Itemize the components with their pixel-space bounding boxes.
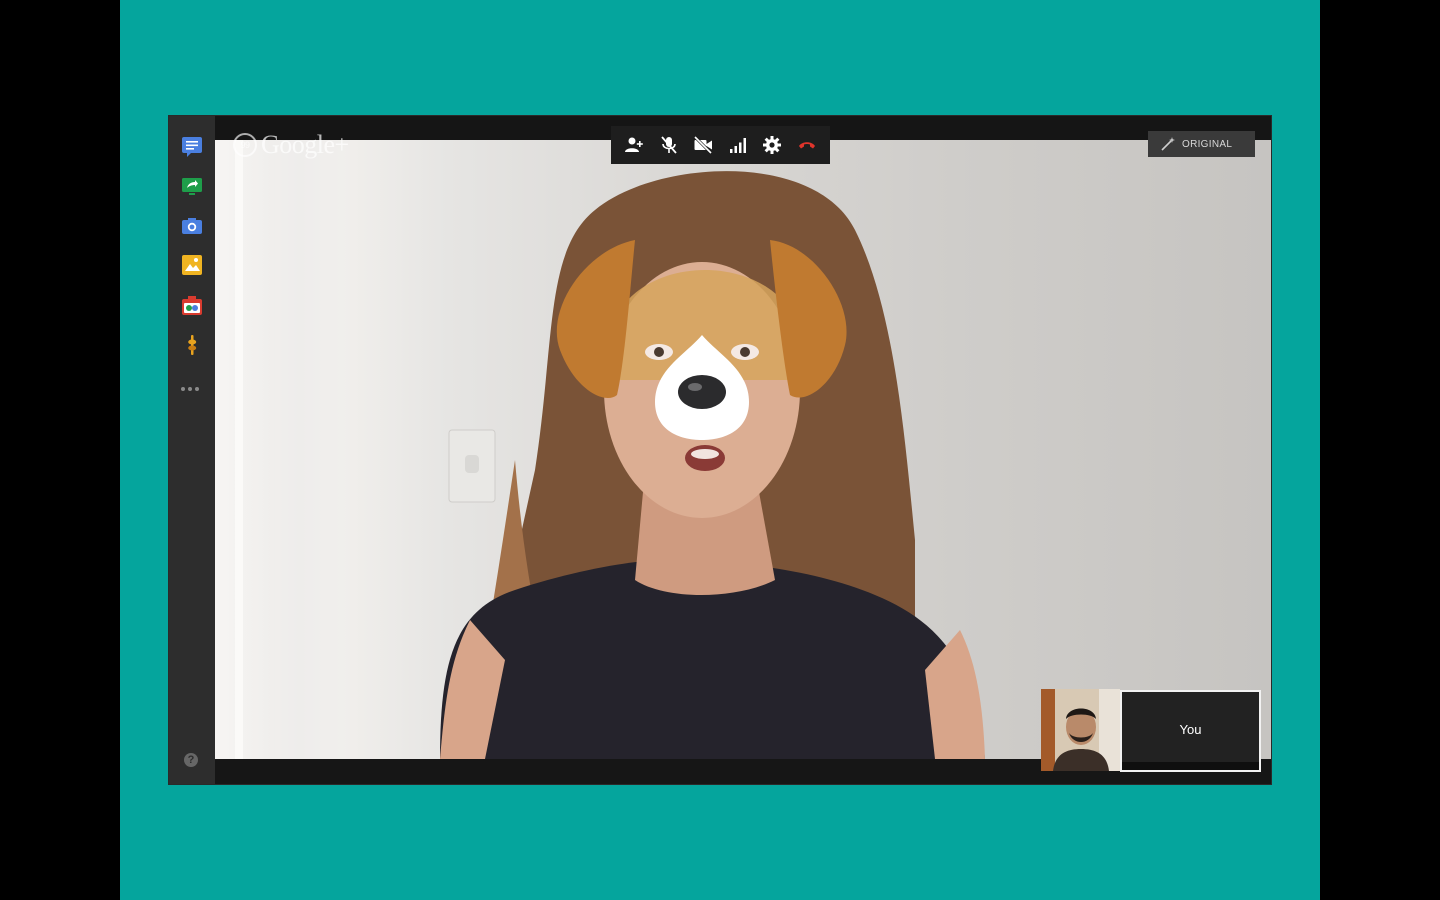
mic-off-icon[interactable] (656, 132, 682, 158)
main-video (215, 140, 1271, 759)
hangout-window: 99 Google+ ? ORIGINAL You (169, 116, 1271, 784)
cacoo-icon[interactable] (180, 294, 204, 318)
original-label: ORIGINAL (1182, 138, 1233, 150)
video-off-icon[interactable] (690, 132, 716, 158)
avatar (1041, 689, 1120, 771)
effects-icon[interactable] (180, 253, 204, 277)
screenshare-icon[interactable] (180, 174, 204, 198)
chat-icon[interactable] (180, 135, 204, 159)
camera-icon[interactable] (180, 214, 204, 238)
self-label: You (1179, 722, 1202, 737)
self-thumbnail-strip (1122, 762, 1259, 770)
apps-sidebar: ? (169, 116, 215, 784)
hangup-icon[interactable] (794, 132, 820, 158)
gear-icon[interactable] (759, 132, 785, 158)
self-thumbnail[interactable]: You (1120, 690, 1261, 772)
more-apps-icon[interactable] (181, 378, 203, 391)
call-toolbar (611, 126, 830, 164)
participant-thumbnail[interactable] (1041, 689, 1120, 771)
signal-icon[interactable] (725, 132, 751, 158)
app-icon[interactable] (180, 333, 204, 357)
original-effect-button[interactable]: ORIGINAL (1148, 131, 1255, 157)
add-person-icon[interactable] (621, 132, 647, 158)
google-plus-logo-text: Google+ (261, 130, 349, 159)
help-icon[interactable]: ? (184, 753, 198, 767)
google-plus-logo: 99 Google+ (233, 130, 349, 160)
magic-wand-icon (1161, 137, 1175, 151)
hangouts-bubble-icon: 99 (233, 133, 257, 157)
video-frame (235, 140, 985, 759)
